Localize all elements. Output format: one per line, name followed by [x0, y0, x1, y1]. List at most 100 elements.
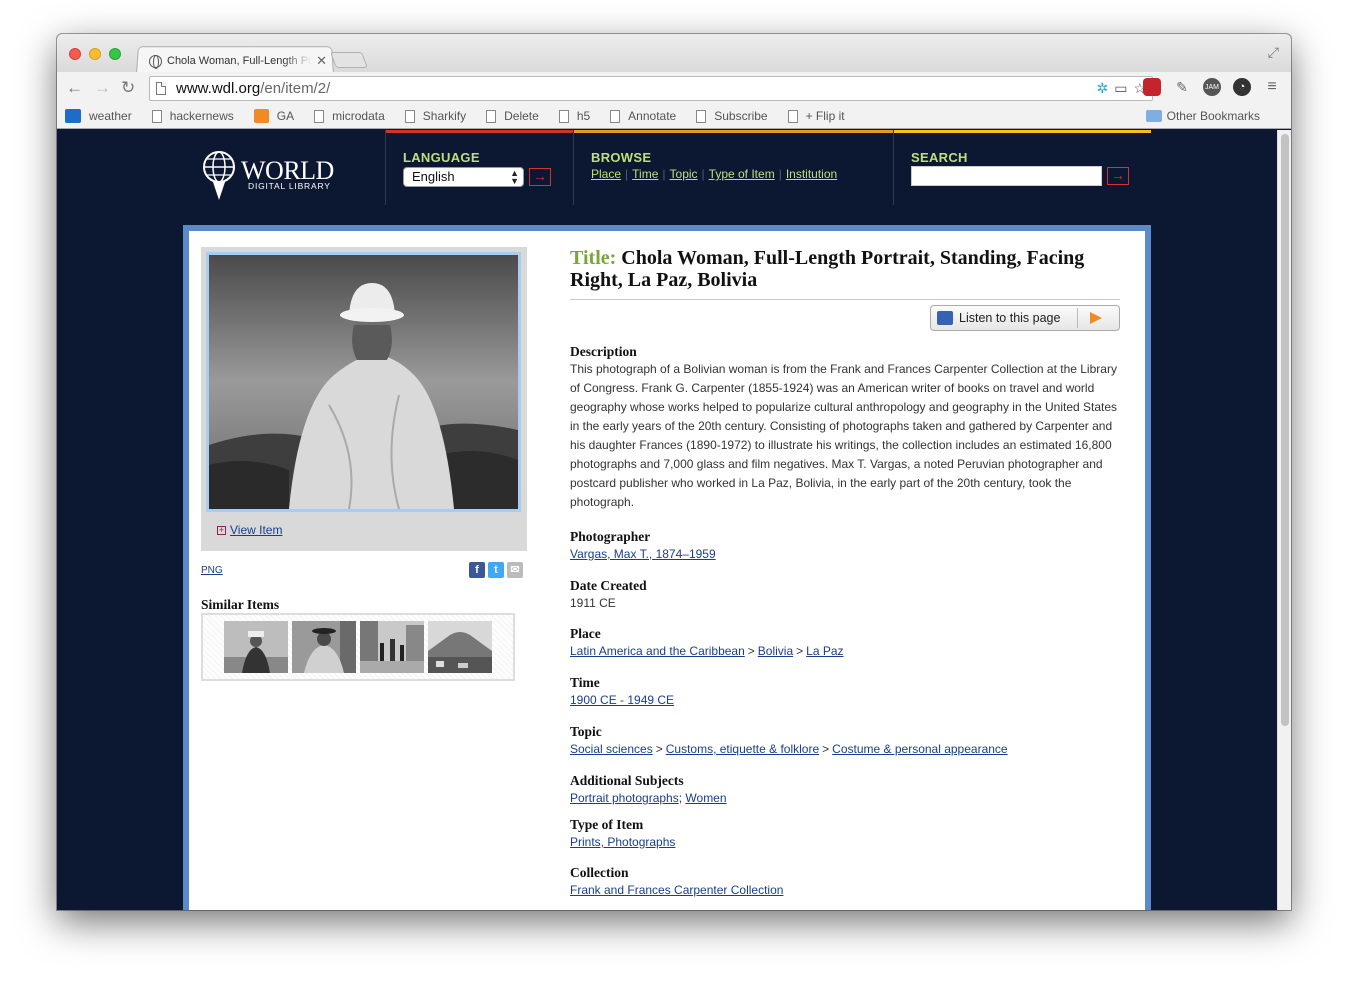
similar-item-thumbnail[interactable] [360, 621, 424, 673]
place-link[interactable]: Bolivia [758, 644, 793, 658]
place-field: Place Latin America and the Caribbean > Bo… [570, 626, 1122, 660]
back-arrow-icon[interactable]: ← [66, 79, 83, 97]
play-icon[interactable] [1077, 308, 1115, 328]
similar-thumbnails [224, 621, 492, 673]
title-bar: Chola Woman, Full-Length Portrait ✕ ⤢ [57, 34, 1291, 73]
browse-link-type[interactable]: Type of Item [709, 167, 775, 181]
zoom-window-button[interactable] [109, 48, 121, 60]
photographer-link[interactable]: Vargas, Max T., 1874–1959 [570, 547, 716, 561]
bookmark-item[interactable]: weather [65, 109, 132, 123]
view-item[interactable]: + View Item [217, 523, 282, 537]
breadcrumb-separator: > [747, 644, 755, 658]
language-select[interactable]: English ▲ ▼ [403, 167, 524, 187]
bookmark-label: Sharkify [422, 109, 467, 123]
address-bar[interactable]: www.wdl.org/en/item/2/ ✲ ▭ ☆ [149, 76, 1153, 101]
menu-icon[interactable]: ≡ [1263, 78, 1281, 96]
page-icon [404, 109, 415, 123]
bookmark-item[interactable]: microdata [314, 109, 385, 123]
clock-extension-icon[interactable]: ◔ [1233, 78, 1251, 96]
twitter-icon[interactable]: t [488, 562, 504, 578]
search-input[interactable] [911, 166, 1102, 186]
png-download-link[interactable]: PNG [201, 565, 223, 576]
scrollbar-thumb[interactable] [1281, 134, 1289, 726]
place-link[interactable]: Latin America and the Caribbean [570, 644, 745, 658]
fullscreen-icon[interactable]: ⤢ [1268, 44, 1279, 61]
browse-link-topic[interactable]: Topic [670, 167, 698, 181]
view-item-link[interactable]: View Item [230, 523, 282, 537]
pin-extension-icon[interactable]: ✎ [1173, 78, 1191, 96]
bookmark-item[interactable]: hackernews [151, 109, 234, 123]
couch-extension-icon[interactable] [1143, 78, 1161, 96]
jam-extension-icon[interactable]: JAM [1203, 78, 1221, 96]
time-link[interactable]: 1900 CE - 1949 CE [570, 693, 674, 707]
link-separator: | [662, 167, 666, 181]
link-separator: | [778, 167, 782, 181]
photo-box: + View Item [201, 247, 527, 551]
url-host: www.wdl.org [176, 80, 261, 97]
microdata-icon[interactable]: ✲ [1096, 80, 1108, 97]
search-go-button[interactable]: → [1107, 167, 1129, 185]
bookmark-item[interactable]: Sharkify [404, 109, 467, 123]
analytics-icon [253, 109, 269, 123]
vertical-scrollbar[interactable] [1277, 130, 1291, 910]
tab-active[interactable]: Chola Woman, Full-Length Portrait ✕ [149, 50, 327, 72]
type-link[interactable]: Prints, Photographs [570, 835, 675, 849]
subject-link[interactable]: Portrait photographs [570, 791, 679, 805]
forward-arrow-icon[interactable]: → [94, 79, 111, 97]
topic-link[interactable]: Costume & personal appearance [832, 742, 1007, 756]
bookmark-item[interactable]: Subscribe [696, 109, 768, 123]
portrait-image [209, 255, 518, 509]
page-icon [156, 82, 166, 95]
bookmark-item[interactable]: + Flip it [787, 109, 845, 123]
bookmark-item[interactable]: Annotate [610, 109, 676, 123]
bookmark-item[interactable]: h5 [558, 109, 590, 123]
new-tab-button[interactable] [330, 52, 368, 68]
bookmark-item[interactable]: Delete [486, 109, 539, 123]
browse-link-time[interactable]: Time [632, 167, 658, 181]
email-icon[interactable]: ✉ [507, 562, 523, 578]
browse-link-institution[interactable]: Institution [786, 167, 837, 181]
facebook-icon[interactable]: f [469, 562, 485, 578]
date-value: 1911 CE [570, 596, 616, 610]
other-bookmarks-label: Other Bookmarks [1166, 109, 1260, 123]
select-arrows-icon: ▲ ▼ [510, 168, 519, 186]
listen-button[interactable]: Listen to this page [930, 305, 1120, 331]
field-label: Collection [570, 865, 629, 880]
thumbnail-image [292, 621, 356, 673]
bookmark-label: Subscribe [714, 109, 768, 123]
reload-icon[interactable]: ↻ [121, 79, 135, 97]
section-accent-bar [574, 130, 893, 133]
page-icon [314, 109, 325, 123]
other-bookmarks[interactable]: Other Bookmarks [1145, 109, 1260, 123]
item-photo[interactable] [206, 252, 521, 512]
language-go-button[interactable]: → [529, 168, 551, 186]
bookmark-label: weather [89, 109, 132, 123]
page-icon [486, 109, 497, 123]
topic-link[interactable]: Customs, etiquette & folklore [666, 742, 819, 756]
type-field: Type of Item Prints, Photographs [570, 817, 1122, 851]
tab-close-icon[interactable]: ✕ [316, 53, 327, 69]
wdl-logo[interactable]: WORLD DIGITAL LIBRARY [201, 150, 341, 205]
bookmark-item[interactable]: GA [253, 109, 294, 123]
speech-bubble-icon[interactable]: ▭ [1114, 80, 1127, 97]
page-icon [610, 109, 621, 123]
thumbnail-image [224, 621, 288, 673]
logo-subtitle: DIGITAL LIBRARY [248, 181, 331, 191]
tab-title: Chola Woman, Full-Length Portrait [167, 55, 313, 67]
similar-item-thumbnail[interactable] [428, 621, 492, 673]
item-content: + View Item PNG f t ✉ Similar Items Titl… [189, 231, 1145, 910]
url-path: /en/item/2/ [260, 80, 331, 97]
similar-item-thumbnail[interactable] [224, 621, 288, 673]
place-link[interactable]: La Paz [806, 644, 843, 658]
similar-item-thumbnail[interactable] [292, 621, 356, 673]
minimize-window-button[interactable] [89, 48, 101, 60]
subject-link[interactable]: Women [685, 791, 726, 805]
expand-icon: + [217, 525, 226, 535]
link-separator: | [701, 167, 705, 181]
link-separator: | [625, 167, 629, 181]
similar-items-carousel [201, 613, 515, 681]
browse-link-place[interactable]: Place [591, 167, 621, 181]
collection-link[interactable]: Frank and Frances Carpenter Collection [570, 883, 783, 897]
close-window-button[interactable] [69, 48, 81, 60]
topic-link[interactable]: Social sciences [570, 742, 653, 756]
